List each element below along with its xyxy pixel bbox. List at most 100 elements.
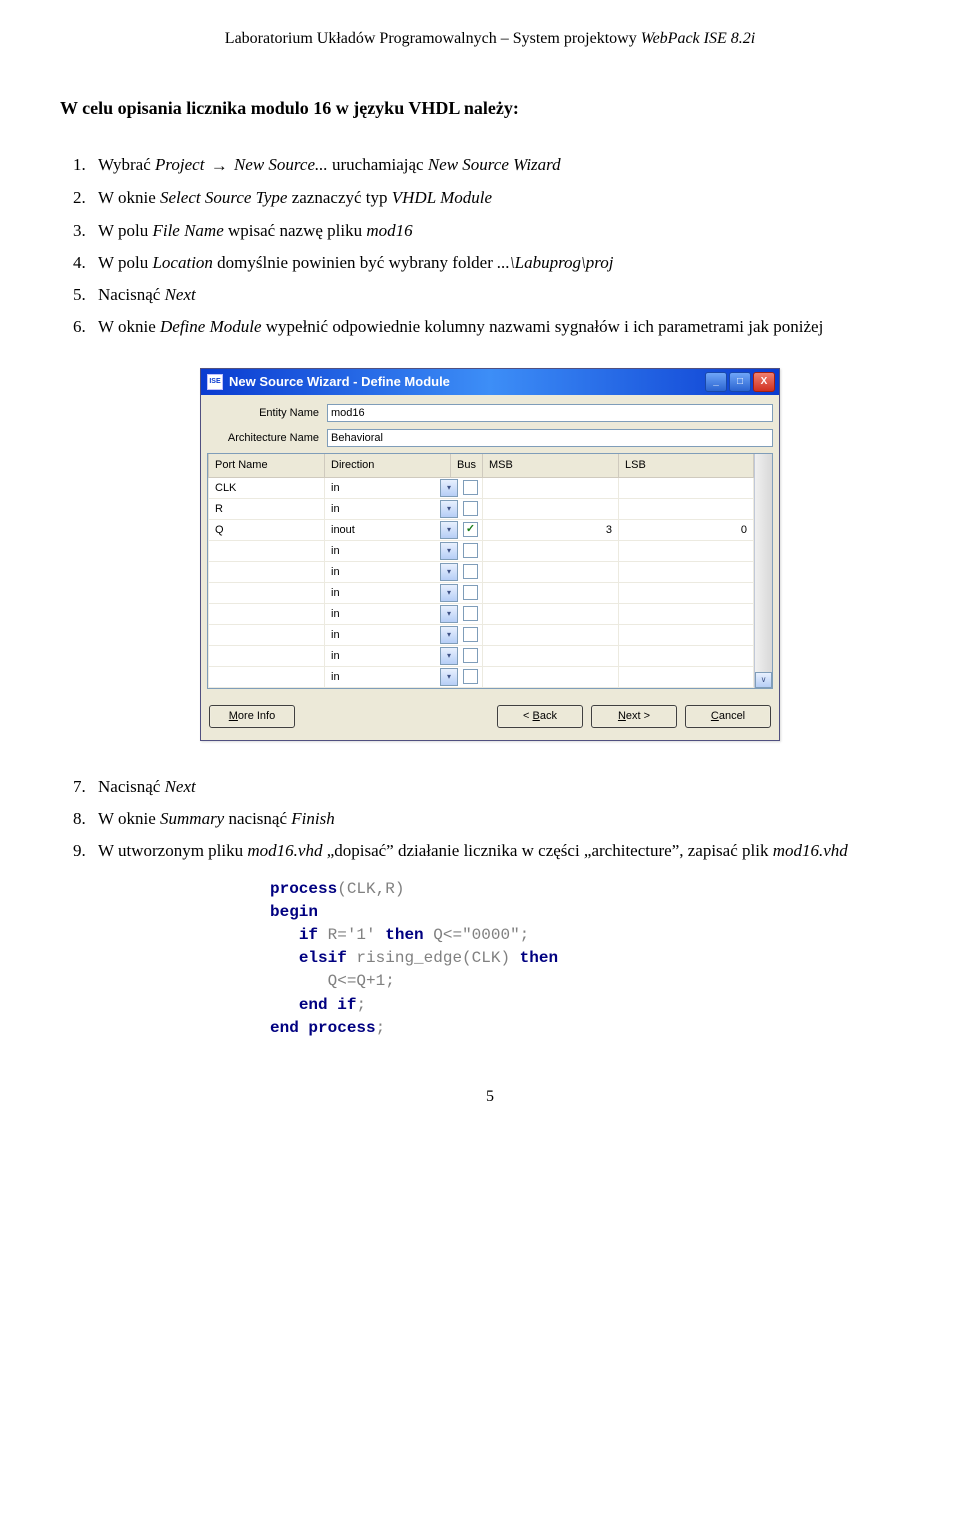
chevron-down-icon[interactable]: ▾ — [440, 584, 458, 602]
lsb-cell[interactable] — [619, 498, 754, 519]
port-name-cell[interactable] — [209, 624, 325, 645]
direction-cell[interactable]: in▾ — [325, 624, 483, 645]
grid-scrollbar[interactable]: ∨ — [754, 454, 772, 688]
msb-cell[interactable] — [483, 645, 619, 666]
direction-cell[interactable]: in▾ — [325, 477, 483, 498]
msb-cell[interactable] — [483, 498, 619, 519]
bus-checkbox[interactable] — [463, 543, 478, 558]
col-direction[interactable]: Direction — [325, 454, 451, 477]
chevron-down-icon[interactable]: ▾ — [440, 479, 458, 497]
direction-cell[interactable]: inout▾✓ — [325, 519, 483, 540]
col-port-name[interactable]: Port Name — [209, 454, 325, 477]
scroll-down-icon[interactable]: ∨ — [755, 672, 772, 688]
app-icon: ISE — [207, 374, 223, 390]
step-4: W polu Location domyślnie powinien być w… — [90, 247, 920, 279]
dialog-title: New Source Wizard - Define Module — [229, 374, 703, 389]
msb-cell[interactable] — [483, 666, 619, 687]
port-name-cell[interactable] — [209, 666, 325, 687]
msb-cell[interactable] — [483, 477, 619, 498]
bus-checkbox[interactable] — [463, 648, 478, 663]
direction-value: in — [331, 587, 440, 599]
lsb-cell[interactable] — [619, 477, 754, 498]
document-header: Laboratorium Układów Programowalnych – S… — [60, 30, 920, 48]
bus-checkbox[interactable] — [463, 480, 478, 495]
col-lsb[interactable]: LSB — [619, 454, 754, 477]
table-row[interactable]: CLKin▾ — [209, 477, 772, 498]
lsb-cell[interactable] — [619, 582, 754, 603]
port-name-cell[interactable] — [209, 645, 325, 666]
port-name-cell[interactable] — [209, 561, 325, 582]
lsb-cell[interactable] — [619, 645, 754, 666]
bus-checkbox[interactable]: ✓ — [463, 522, 478, 537]
chevron-down-icon[interactable]: ▾ — [440, 500, 458, 518]
table-row[interactable]: in▾ — [209, 561, 772, 582]
port-name-cell[interactable] — [209, 582, 325, 603]
port-name-cell[interactable] — [209, 540, 325, 561]
close-button[interactable]: X — [753, 372, 775, 392]
maximize-button[interactable]: □ — [729, 372, 751, 392]
port-name-cell[interactable]: R — [209, 498, 325, 519]
chevron-down-icon[interactable]: ▾ — [440, 563, 458, 581]
table-row[interactable]: Rin▾ — [209, 498, 772, 519]
lsb-cell[interactable] — [619, 603, 754, 624]
bus-checkbox[interactable] — [463, 669, 478, 684]
table-row[interactable]: in▾ — [209, 582, 772, 603]
bus-checkbox[interactable] — [463, 564, 478, 579]
direction-cell[interactable]: in▾ — [325, 498, 483, 519]
architecture-name-field[interactable] — [327, 429, 773, 447]
port-name-cell[interactable]: CLK — [209, 477, 325, 498]
dialog-body: Entity Name Architecture Name Port Name … — [201, 395, 779, 740]
chevron-down-icon[interactable]: ▾ — [440, 521, 458, 539]
msb-cell[interactable]: 3 — [483, 519, 619, 540]
port-name-cell[interactable] — [209, 603, 325, 624]
lsb-cell[interactable] — [619, 666, 754, 687]
msb-cell[interactable] — [483, 540, 619, 561]
direction-value: in — [331, 482, 440, 494]
col-msb[interactable]: MSB — [483, 454, 619, 477]
chevron-down-icon[interactable]: ▾ — [440, 647, 458, 665]
cancel-button[interactable]: Cancel — [685, 705, 771, 728]
step-9: W utworzonym pliku mod16.vhd „dopisać” d… — [90, 835, 920, 867]
msb-cell[interactable] — [483, 603, 619, 624]
bus-checkbox[interactable] — [463, 606, 478, 621]
msb-cell[interactable] — [483, 624, 619, 645]
next-button[interactable]: Next > — [591, 705, 677, 728]
lsb-cell[interactable]: 0 — [619, 519, 754, 540]
titlebar[interactable]: ISE New Source Wizard - Define Module _ … — [201, 369, 779, 395]
header-prefix: Laboratorium Układów Programowalnych – S… — [225, 30, 641, 47]
table-row[interactable]: Qinout▾✓30 — [209, 519, 772, 540]
table-row[interactable]: in▾ — [209, 666, 772, 687]
back-button[interactable]: < Back — [497, 705, 583, 728]
bus-checkbox[interactable] — [463, 627, 478, 642]
msb-cell[interactable] — [483, 582, 619, 603]
chevron-down-icon[interactable]: ▾ — [440, 542, 458, 560]
more-info-button[interactable]: More Info — [209, 705, 295, 728]
chevron-down-icon[interactable]: ▾ — [440, 605, 458, 623]
step-6: W oknie Define Module wypełnić odpowiedn… — [90, 311, 920, 343]
bus-checkbox[interactable] — [463, 585, 478, 600]
direction-cell[interactable]: in▾ — [325, 561, 483, 582]
section-heading: W celu opisania licznika modulo 16 w jęz… — [60, 98, 920, 119]
direction-value: in — [331, 629, 440, 641]
chevron-down-icon[interactable]: ▾ — [440, 668, 458, 686]
lsb-cell[interactable] — [619, 561, 754, 582]
direction-cell[interactable]: in▾ — [325, 666, 483, 687]
direction-cell[interactable]: in▾ — [325, 645, 483, 666]
direction-cell[interactable]: in▾ — [325, 582, 483, 603]
col-bus[interactable]: Bus — [451, 454, 483, 477]
direction-cell[interactable]: in▾ — [325, 540, 483, 561]
port-name-cell[interactable]: Q — [209, 519, 325, 540]
bus-checkbox[interactable] — [463, 501, 478, 516]
direction-cell[interactable]: in▾ — [325, 603, 483, 624]
port-grid: Port Name Direction Bus MSB LSB ∧ CLKin▾… — [207, 453, 773, 689]
chevron-down-icon[interactable]: ▾ — [440, 626, 458, 644]
table-row[interactable]: in▾ — [209, 645, 772, 666]
lsb-cell[interactable] — [619, 624, 754, 645]
lsb-cell[interactable] — [619, 540, 754, 561]
table-row[interactable]: in▾ — [209, 540, 772, 561]
table-row[interactable]: in▾ — [209, 603, 772, 624]
table-row[interactable]: in▾ — [209, 624, 772, 645]
minimize-button[interactable]: _ — [705, 372, 727, 392]
msb-cell[interactable] — [483, 561, 619, 582]
entity-name-field[interactable] — [327, 404, 773, 422]
